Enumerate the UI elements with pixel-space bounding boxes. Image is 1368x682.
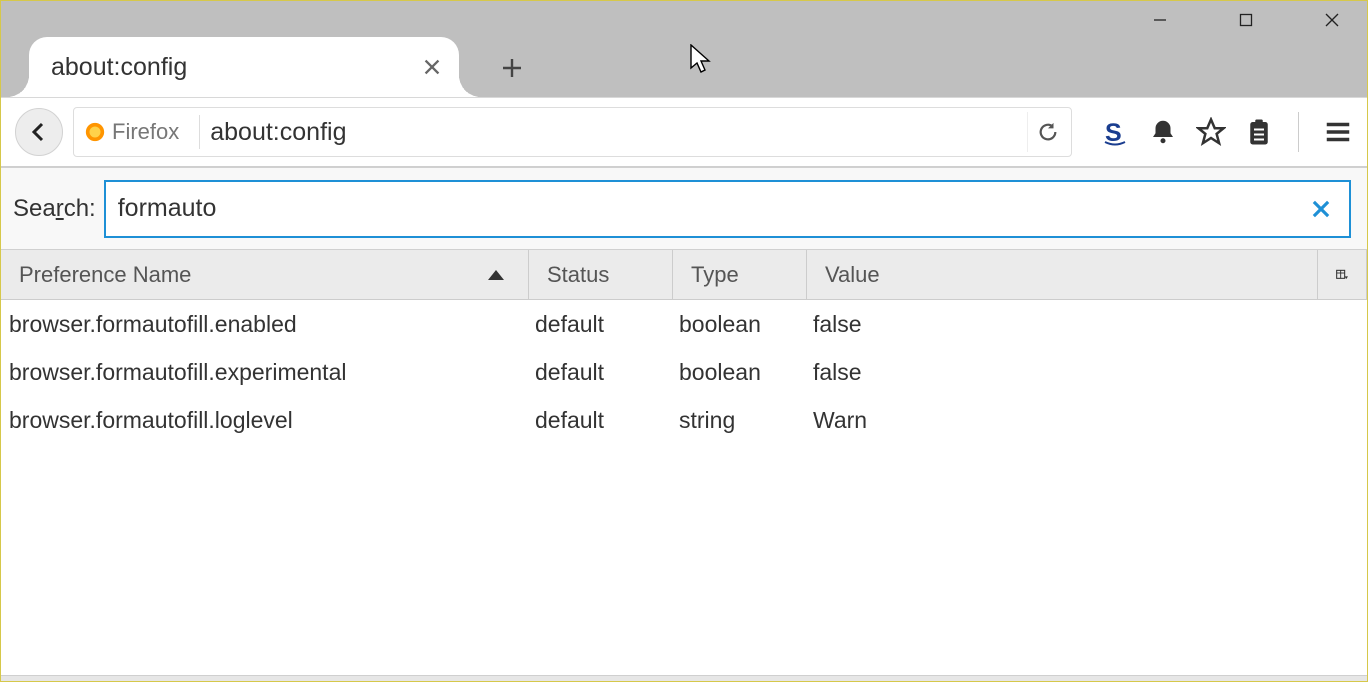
cell-value: false bbox=[807, 311, 1367, 338]
reload-button[interactable] bbox=[1027, 112, 1067, 152]
column-header-name[interactable]: Preference Name bbox=[1, 250, 529, 299]
browser-window: about:config Firefox about:config bbox=[0, 0, 1368, 682]
cell-name: browser.formautofill.experimental bbox=[1, 359, 529, 386]
firefox-icon bbox=[84, 121, 106, 143]
close-tab-button[interactable] bbox=[423, 58, 441, 76]
cell-type: boolean bbox=[673, 311, 807, 338]
preference-rows: browser.formautofill.enableddefaultboole… bbox=[1, 300, 1367, 675]
separator bbox=[199, 115, 200, 149]
cell-name: browser.formautofill.enabled bbox=[1, 311, 529, 338]
tab-about-config[interactable]: about:config bbox=[29, 37, 459, 97]
tab-strip: about:config bbox=[1, 25, 1367, 97]
back-button[interactable] bbox=[15, 108, 63, 156]
cell-value: false bbox=[807, 359, 1367, 386]
table-header: Preference Name Status Type Value bbox=[1, 250, 1367, 300]
column-header-value[interactable]: Value bbox=[807, 250, 1317, 299]
clear-search-button[interactable] bbox=[1305, 193, 1337, 225]
stylish-icon[interactable]: S bbox=[1100, 117, 1130, 147]
bookmark-star-icon[interactable] bbox=[1196, 117, 1226, 147]
identity-label: Firefox bbox=[112, 119, 179, 145]
search-label: Search: bbox=[11, 195, 96, 223]
statusbar-area bbox=[1, 675, 1367, 681]
tab-title: about:config bbox=[51, 53, 187, 82]
about-config-page: Search: Preference Name Status Type Valu… bbox=[1, 167, 1367, 675]
cell-status: default bbox=[529, 359, 673, 386]
cell-name: browser.formautofill.loglevel bbox=[1, 407, 529, 434]
clipboard-icon[interactable] bbox=[1244, 117, 1274, 147]
column-header-type[interactable]: Type bbox=[673, 250, 807, 299]
search-input-container bbox=[104, 180, 1351, 238]
notifications-icon[interactable] bbox=[1148, 117, 1178, 147]
nav-toolbar: Firefox about:config S bbox=[1, 97, 1367, 167]
table-row[interactable]: browser.formautofill.logleveldefaultstri… bbox=[1, 396, 1367, 444]
cell-type: boolean bbox=[673, 359, 807, 386]
table-row[interactable]: browser.formautofill.enableddefaultboole… bbox=[1, 300, 1367, 348]
cell-type: string bbox=[673, 407, 807, 434]
cell-value: Warn bbox=[807, 407, 1367, 434]
hamburger-menu-icon[interactable] bbox=[1323, 117, 1353, 147]
search-row: Search: bbox=[1, 168, 1367, 250]
url-bar[interactable]: Firefox about:config bbox=[73, 107, 1072, 157]
toolbar-icons: S bbox=[1082, 112, 1353, 152]
window-titlebar bbox=[1, 1, 1367, 25]
column-picker-button[interactable] bbox=[1317, 250, 1367, 299]
cell-status: default bbox=[529, 407, 673, 434]
search-input[interactable] bbox=[118, 194, 1305, 223]
toolbar-separator bbox=[1298, 112, 1299, 152]
new-tab-button[interactable] bbox=[487, 43, 537, 93]
table-row[interactable]: browser.formautofill.experimentaldefault… bbox=[1, 348, 1367, 396]
cell-status: default bbox=[529, 311, 673, 338]
site-identity[interactable]: Firefox bbox=[84, 119, 189, 145]
column-header-status[interactable]: Status bbox=[529, 250, 673, 299]
url-text: about:config bbox=[210, 118, 1027, 147]
